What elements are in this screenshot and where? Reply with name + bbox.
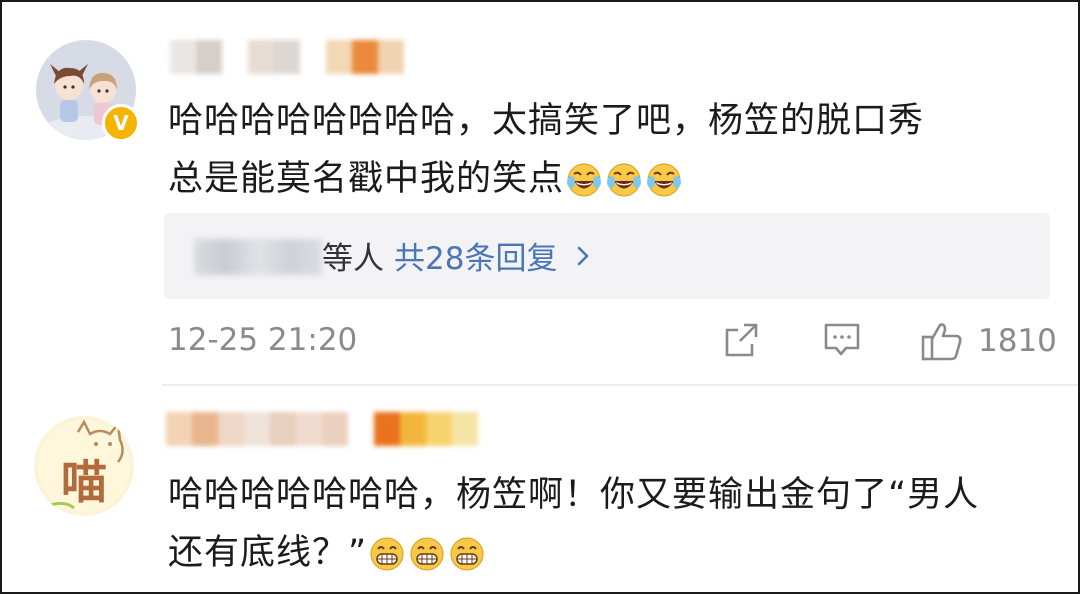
share-icon[interactable]: [722, 320, 762, 360]
reply-users-blurred: [194, 239, 322, 275]
comment-text-line1: 哈哈哈哈哈哈哈哈，太搞笑了吧，杨笠的脱口秀: [168, 101, 925, 141]
username-blurred[interactable]: [170, 40, 404, 74]
reply-count-link[interactable]: 共28条回复: [394, 233, 557, 278]
avatar-text: 喵: [61, 455, 107, 509]
laugh-tears-icon: [567, 163, 602, 197]
timestamp: 12-25 21:20: [168, 322, 358, 358]
reply-people-label: 等人: [322, 241, 384, 277]
comment-item: 喵 哈哈哈哈哈哈哈，杨笠啊！你又要输出金句了“男人 还有底线？”: [2, 386, 1078, 592]
comment-text-line1: 哈哈哈哈哈哈哈，杨笠啊！你又要输出金句了“男人: [168, 475, 980, 515]
avatar[interactable]: V: [36, 40, 140, 142]
laugh-tears-icon: [647, 163, 682, 197]
comment-text-line2: 总是能莫名戳中我的笑点: [168, 159, 565, 199]
replies-preview[interactable]: 等人 共28条回复: [164, 213, 1050, 299]
laugh-tears-icon: [607, 163, 642, 197]
comment-item: V 哈哈哈哈哈哈哈哈，太搞笑了吧，杨笠的脱口秀 总是能莫名戳中我的笑点 等人 共…: [2, 2, 1078, 386]
like-count: 1810: [978, 323, 1057, 359]
comment-text: 哈哈哈哈哈哈哈哈，太搞笑了吧，杨笠的脱口秀 总是能莫名戳中我的笑点: [168, 92, 1048, 208]
username-blurred[interactable]: [166, 412, 478, 446]
comment-text-line2: 还有底线？”: [168, 533, 368, 573]
chevron-right-icon: [577, 246, 589, 266]
grin-icon: [410, 537, 444, 571]
comment-icon[interactable]: [822, 320, 862, 360]
avatar[interactable]: 喵: [34, 416, 134, 516]
grin-icon: [370, 537, 404, 571]
thumbs-up-icon[interactable]: [920, 320, 964, 362]
comment-text: 哈哈哈哈哈哈哈，杨笠啊！你又要输出金句了“男人 还有底线？”: [168, 466, 1048, 582]
verified-badge-icon: V: [102, 104, 140, 142]
screenshot-frame: V 哈哈哈哈哈哈哈哈，太搞笑了吧，杨笠的脱口秀 总是能莫名戳中我的笑点 等人 共…: [0, 0, 1080, 594]
grin-icon: [450, 537, 484, 571]
